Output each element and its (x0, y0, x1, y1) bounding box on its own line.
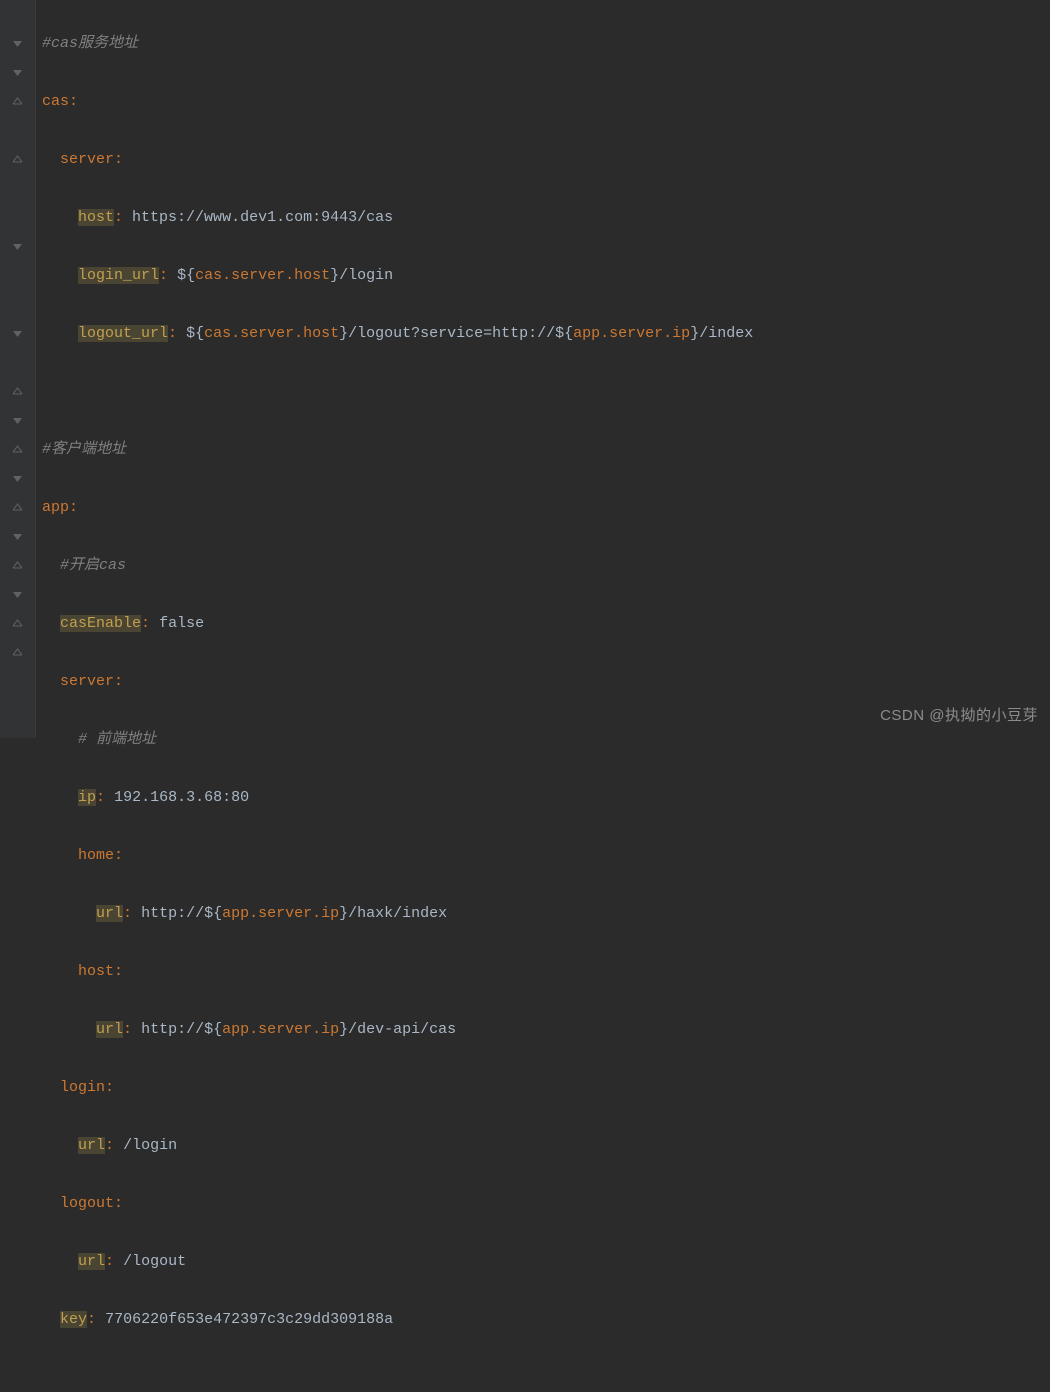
key-key: key (60, 1311, 87, 1328)
fold-open-icon[interactable] (13, 329, 23, 339)
key-home: home (78, 847, 114, 864)
comment-enable-cas: #开启cas (60, 557, 126, 574)
key-server-2: server (60, 673, 114, 690)
val-cas-host: https://www.dev1.com:9443/cas (123, 209, 393, 226)
fold-end-icon (13, 97, 23, 107)
val-host-suffix: }/dev-api/cas (339, 1021, 456, 1038)
key-ip: ip (78, 789, 96, 806)
comment-frontend: # 前端地址 (78, 731, 156, 748)
key-home-url: url (96, 905, 123, 922)
key-host-2: host (78, 963, 114, 980)
val-home-suffix: }/haxk/index (339, 905, 447, 922)
code-area[interactable]: #cas服务地址 cas: server: host: https://www.… (36, 0, 753, 738)
key-logout: logout (60, 1195, 114, 1212)
val-key: 7706220f653e472397c3c29dd309188a (105, 1311, 393, 1328)
fold-end-icon (13, 561, 23, 571)
ref-app-server-ip: app.server.ip (573, 325, 690, 342)
key-logout-url: logout_url (78, 325, 168, 342)
fold-open-icon[interactable] (13, 590, 23, 600)
fold-open-icon[interactable] (13, 68, 23, 78)
fold-end-icon (13, 387, 23, 397)
key-host: host (78, 209, 114, 226)
fold-open-icon[interactable] (13, 242, 23, 252)
key-login-url-2: url (78, 1137, 105, 1154)
val-casenable: false (159, 615, 204, 632)
ref-app-server-ip-3: app.server.ip (222, 1021, 339, 1038)
key-login: login (60, 1079, 105, 1096)
fold-end-icon (13, 648, 23, 658)
val-logout-suffix: }/index (690, 325, 753, 342)
ref-cas-server-host: cas.server.host (195, 267, 330, 284)
comment-cas-service: #cas服务地址 (42, 35, 138, 52)
comment-client: #客户端地址 (42, 441, 126, 458)
val-ip: 192.168.3.68:80 (114, 789, 249, 806)
fold-open-icon[interactable] (13, 474, 23, 484)
fold-end-icon (13, 155, 23, 165)
fold-open-icon[interactable] (13, 39, 23, 49)
val-logout: /logout (123, 1253, 186, 1270)
fold-end-icon (13, 445, 23, 455)
key-logout-url-2: url (78, 1253, 105, 1270)
code-editor[interactable]: #cas服务地址 cas: server: host: https://www.… (0, 0, 1050, 738)
fold-open-icon[interactable] (13, 532, 23, 542)
key-app: app (42, 499, 69, 516)
fold-gutter (0, 0, 36, 738)
ref-cas-server-host-2: cas.server.host (204, 325, 339, 342)
fold-end-icon (13, 619, 23, 629)
key-host-url: url (96, 1021, 123, 1038)
fold-open-icon[interactable] (13, 416, 23, 426)
key-login-url: login_url (78, 267, 159, 284)
ref-app-server-ip-2: app.server.ip (222, 905, 339, 922)
val-login: /login (123, 1137, 177, 1154)
key-server: server (60, 151, 114, 168)
fold-end-icon (13, 503, 23, 513)
val-login-suffix: }/login (330, 267, 393, 284)
key-casenable: casEnable (60, 615, 141, 632)
key-cas: cas (42, 93, 69, 110)
